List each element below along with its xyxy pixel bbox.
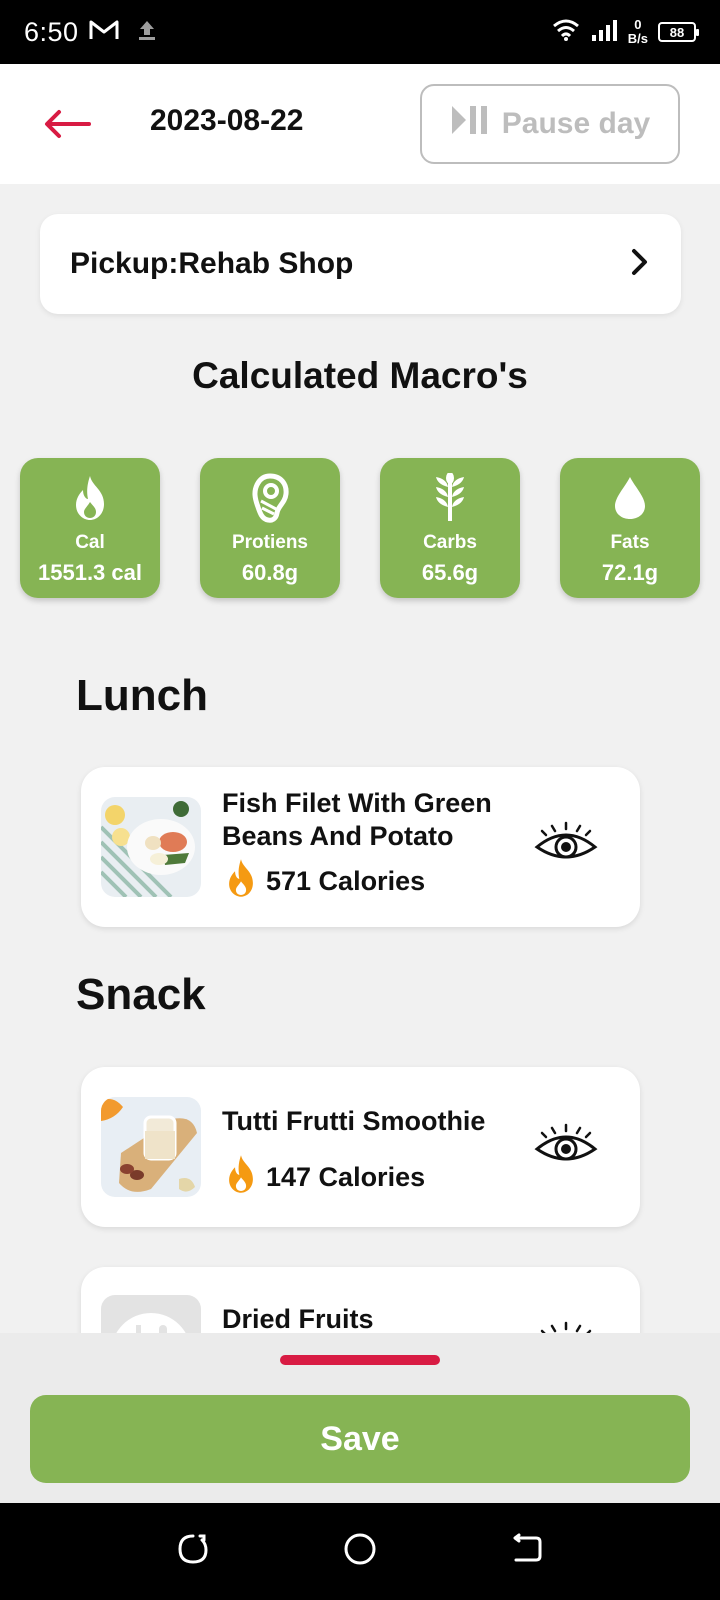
meal-calories-value: 147 Calories xyxy=(266,1162,426,1192)
meal-name: Tutti Frutti Smoothie xyxy=(222,1106,486,1136)
net-speed-value: 0 xyxy=(634,17,642,32)
macro-card-cal: Cal 1551.3 cal xyxy=(20,458,160,598)
pickup-label: Pickup:Rehab Shop xyxy=(70,247,354,280)
meal-calories-value: 571 Calories xyxy=(266,866,426,896)
recent-apps-icon xyxy=(176,1532,210,1571)
app-header: 2023-08-22 Pause day xyxy=(0,64,720,184)
macro-value: 1551.3 cal xyxy=(38,560,142,585)
play-pause-icon xyxy=(450,104,490,144)
status-bar: 6:50 0 B/s 88 xyxy=(0,0,720,64)
gmail-icon xyxy=(89,19,119,46)
recent-apps-button[interactable] xyxy=(163,1522,223,1582)
pickup-selector[interactable]: Pickup:Rehab Shop xyxy=(40,214,681,314)
meal-card[interactable]: Tutti Frutti Smoothie 147 Calories xyxy=(81,1067,640,1227)
save-button[interactable]: Save xyxy=(30,1395,690,1483)
back-button[interactable] xyxy=(42,102,94,150)
macro-label: Protiens xyxy=(231,532,309,553)
net-speed: 0 B/s xyxy=(628,18,648,46)
drop-icon xyxy=(613,472,647,524)
chevron-right-icon xyxy=(629,247,651,282)
macro-label: Cal xyxy=(75,532,105,553)
meat-icon xyxy=(250,472,290,524)
upload-icon xyxy=(135,18,159,47)
wifi-icon xyxy=(552,18,580,47)
snack-heading: Snack xyxy=(76,970,206,1019)
view-meal-button[interactable] xyxy=(533,821,599,869)
scroll-handle[interactable] xyxy=(280,1355,440,1365)
status-left-icons xyxy=(89,18,159,47)
home-circle-icon xyxy=(342,1531,378,1572)
eye-icon xyxy=(534,1123,598,1172)
meal-calories: 147 Calories xyxy=(224,1153,425,1202)
meal-name: Dried Fruits xyxy=(222,1304,374,1334)
meal-name: Fish Filet With Green Beans And Potato xyxy=(222,788,492,851)
macro-value: 60.8g xyxy=(241,560,299,585)
home-button[interactable] xyxy=(330,1522,390,1582)
arrow-left-icon xyxy=(42,109,92,144)
macro-card-fats: Fats 72.1g xyxy=(560,458,700,598)
flame-icon xyxy=(224,1153,258,1202)
back-nav-button[interactable] xyxy=(497,1522,557,1582)
flame-icon xyxy=(224,857,258,906)
macro-value: 65.6g xyxy=(421,560,479,585)
pause-day-label: Pause day xyxy=(501,107,651,140)
flame-icon xyxy=(70,472,110,524)
battery-icon: 88 xyxy=(658,22,699,42)
meal-image xyxy=(101,797,201,897)
net-speed-unit: B/s xyxy=(627,31,648,46)
back-nav-icon xyxy=(510,1532,544,1571)
macro-label: Carbs xyxy=(423,532,477,553)
macro-card-carbs: Carbs 65.6g xyxy=(380,458,520,598)
status-right: 0 B/s 88 xyxy=(552,0,699,64)
wheat-icon xyxy=(432,472,468,524)
signal-icon xyxy=(590,18,618,47)
macro-card-protein: Protiens 60.8g xyxy=(200,458,340,598)
macro-label: Fats xyxy=(610,532,650,553)
bottom-action-area: Save xyxy=(0,1333,720,1503)
pause-day-button[interactable]: Pause day xyxy=(420,84,680,164)
macro-value: 72.1g xyxy=(601,560,659,585)
lunch-heading: Lunch xyxy=(76,671,208,720)
view-meal-button[interactable] xyxy=(533,1123,599,1171)
battery-level: 88 xyxy=(669,24,685,40)
system-nav-bar xyxy=(0,1503,720,1600)
meal-calories: 571 Calories xyxy=(224,857,425,906)
meal-image xyxy=(101,1097,201,1197)
meal-card[interactable]: Fish Filet With Green Beans And Potato 5… xyxy=(81,767,640,927)
eye-icon xyxy=(534,821,598,870)
header-date: 2023-08-22 xyxy=(150,104,304,137)
status-time: 6:50 xyxy=(24,16,79,47)
macros-title: Calculated Macro's xyxy=(192,355,528,396)
